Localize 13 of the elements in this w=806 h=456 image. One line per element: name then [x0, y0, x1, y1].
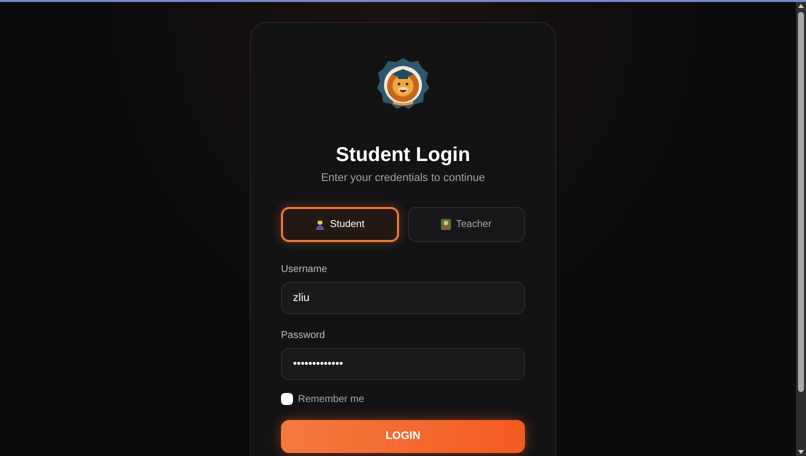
- teacher-icon: [440, 218, 451, 230]
- student-icon: [315, 218, 325, 230]
- input-field[interactable]: •••••••••••••: [281, 348, 525, 380]
- remember-label: Remember me: [298, 392, 364, 406]
- page-title: Student Login: [336, 143, 470, 167]
- field-label: Password: [281, 328, 326, 342]
- role-tab[interactable]: Student: [281, 206, 398, 242]
- field-label: Username: [281, 262, 328, 276]
- lion-logo-icon: [376, 57, 430, 111]
- role-tab[interactable]: Teacher: [408, 206, 525, 242]
- page-subtitle: Enter your credentials to continue: [321, 171, 485, 186]
- remember-checkbox[interactable]: [281, 393, 293, 405]
- input-field[interactable]: zliu: [281, 282, 525, 314]
